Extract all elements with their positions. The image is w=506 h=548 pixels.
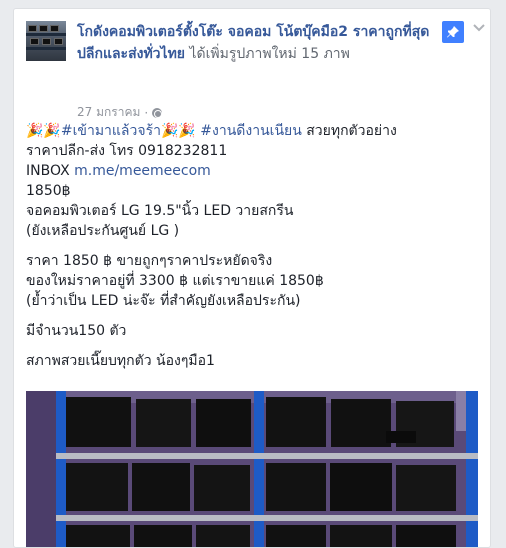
party-popper-emoji: 🎉🎉 [26, 123, 61, 139]
post-line-price: 1850฿ [26, 183, 71, 199]
meta-separator: · [144, 105, 149, 120]
post-line: (ย้ำว่าเป็น LED น่ะจ๊ะ ที่สำคัญยังเหลือป… [26, 293, 301, 309]
post-body: 🎉🎉#เข้ามาแล้วจร้า🎉🎉 #งานดีงานเนียน สวยทุ… [26, 121, 478, 381]
post-photo[interactable] [26, 391, 478, 547]
post-card: โกดังคอมพิวเตอร์ตั้งโต๊ะ จอคอม โน้ตบุ๊คม… [13, 8, 491, 548]
hashtag-link[interactable]: #งานดีงานเนียน [200, 123, 302, 139]
post-paragraph-3: มีจำนวน150 ตัว [26, 321, 478, 341]
post-meta: 27 มกราคม · [77, 103, 163, 122]
post-line-product: จอคอมพิวเตอร์ LG 19.5"นิ้ว LED วายสกรีน [26, 203, 294, 219]
post-text: INBOX [26, 163, 75, 179]
post-line-phone: ราคาปลีก-ส่ง โทร 0918232811 [26, 143, 228, 159]
party-popper-emoji: 🎉🎉 [160, 123, 196, 139]
messenger-link[interactable]: m.me/meemeecom [74, 163, 211, 179]
post-line: ของใหม่ราคาอยู่ที่ 3300 ฿ แต่เราขายแค่ 1… [26, 273, 324, 289]
post-title: โกดังคอมพิวเตอร์ตั้งโต๊ะ จอคอม โน้ตบุ๊คม… [77, 21, 432, 65]
pin-button[interactable] [442, 21, 464, 43]
post-timestamp[interactable]: 27 มกราคม [77, 103, 140, 122]
post-line: ราคา 1850 ฿ ขายถูกๆราคาประหยัดจริง [26, 253, 273, 269]
post-line: สภาพสวยเนี๊ยบทุกตัว น้องๆมือ1 [26, 353, 215, 369]
hashtag-link[interactable]: #เข้ามาแล้วจร้า [61, 123, 161, 139]
post-line-inbox: INBOX m.me/meemeecom [26, 161, 478, 181]
post-line-warranty: (ยังเหลือประกันศูนย์ LG ) [26, 223, 180, 239]
post-paragraph-2: ราคา 1850 ฿ ขายถูกๆราคาประหยัดจริง ของให… [26, 251, 478, 311]
monitor-shelf-photo [26, 391, 478, 547]
post-line-1: 🎉🎉#เข้ามาแล้วจร้า🎉🎉 #งานดีงานเนียน สวยทุ… [26, 121, 478, 141]
globe-icon[interactable] [152, 107, 163, 118]
post-paragraph-1: 🎉🎉#เข้ามาแล้วจร้า🎉🎉 #งานดีงานเนียน สวยทุ… [26, 121, 478, 241]
post-header: โกดังคอมพิวเตอร์ตั้งโต๊ะ จอคอม โน้ตบุ๊คม… [26, 21, 478, 121]
post-action-text: ได้เพิ่มรูปภาพใหม่ 15 ภาพ [189, 46, 350, 62]
post-line: มีจำนวน150 ตัว [26, 323, 127, 339]
post-text: สวยทุกตัวอย่าง [301, 123, 397, 139]
chevron-down-icon[interactable] [472, 21, 486, 35]
page-avatar[interactable] [26, 21, 66, 61]
post-paragraph-4: สภาพสวยเนี๊ยบทุกตัว น้องๆมือ1 [26, 351, 478, 371]
pushpin-icon [447, 26, 459, 38]
